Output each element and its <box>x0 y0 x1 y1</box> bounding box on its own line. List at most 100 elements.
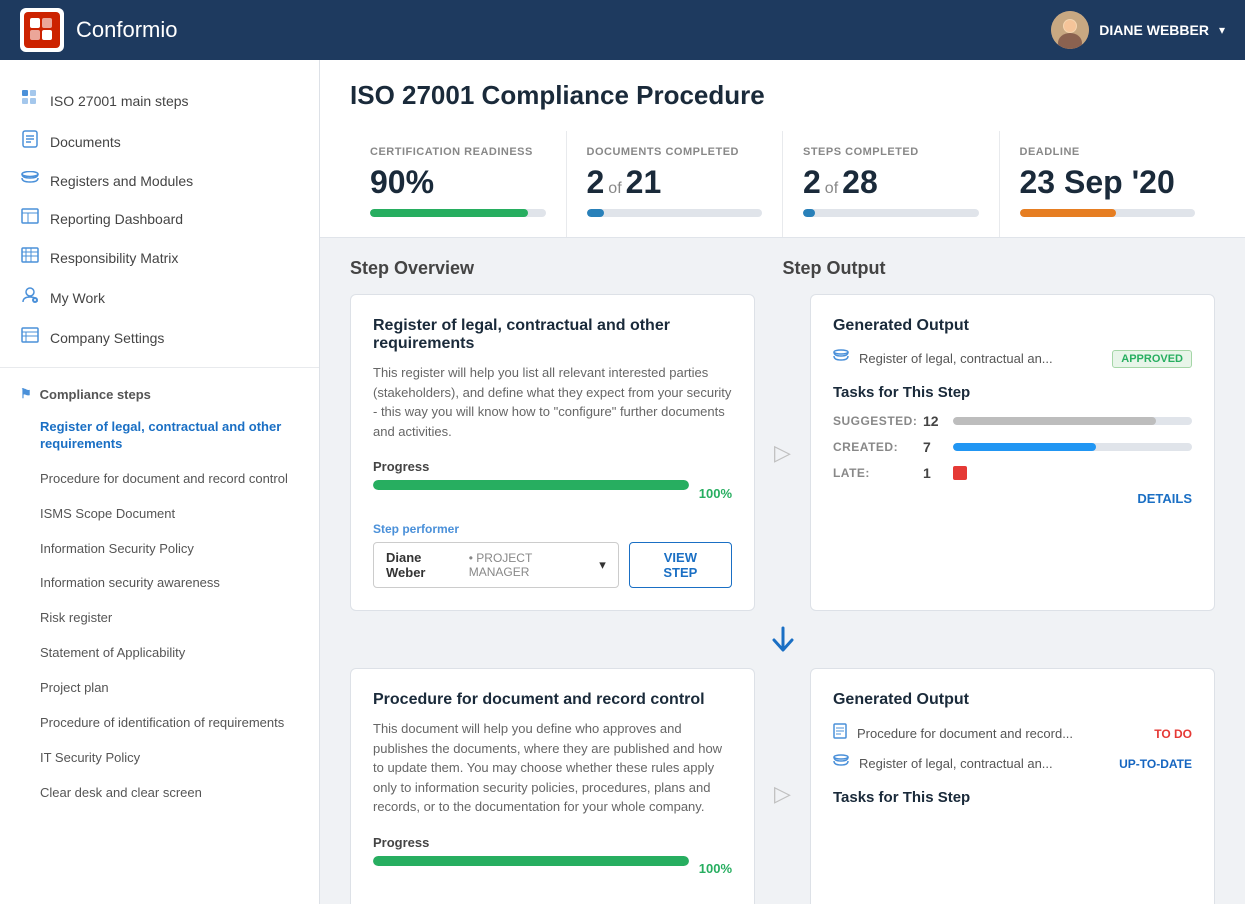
stat-docs-a: 2 <box>587 164 605 201</box>
down-arrow <box>350 626 1215 663</box>
stat-label-certification: CERTIFICATION READINESS <box>370 146 546 158</box>
step-item-identification[interactable]: Procedure of identification of requireme… <box>0 706 319 741</box>
stat-docs-of: of <box>608 180 621 198</box>
page-header: ISO 27001 Compliance Procedure CERTIFICA… <box>320 60 1245 238</box>
stat-label-docs: DOCUMENTS COMPLETED <box>587 146 763 158</box>
step-item-legal[interactable]: Register of legal, contractual and other… <box>0 410 319 462</box>
stat-progress-certification <box>370 209 546 217</box>
step2-progress-label: Progress <box>373 835 732 850</box>
step1-task-late-label: LATE: <box>833 466 913 480</box>
stat-progress-deadline <box>1020 209 1196 217</box>
header-right[interactable]: DIANE WEBBER ▾ <box>1051 11 1225 49</box>
stat-value-steps: 2 of 28 <box>803 164 979 201</box>
step1-task-created-count: 7 <box>923 439 943 455</box>
stat-progress-fill-docs <box>587 209 605 217</box>
step1-desc: This register will help you list all rel… <box>373 363 732 441</box>
step1-task-created-fill <box>953 443 1096 451</box>
step1-task-late-bar-container <box>953 466 967 480</box>
app-header: Conformio DIANE WEBBER ▾ <box>0 0 1245 60</box>
stat-steps-a: 2 <box>803 164 821 201</box>
user-name: DIANE WEBBER <box>1099 22 1209 38</box>
step-item-clean-desk[interactable]: Clear desk and clear screen <box>0 776 319 811</box>
sidebar-item-company[interactable]: Company Settings <box>0 318 319 357</box>
step1-title: Register of legal, contractual and other… <box>373 317 732 353</box>
step1-view-step-button[interactable]: VIEW STEP <box>629 542 732 588</box>
step2-progress-fill <box>373 856 689 866</box>
sidebar-item-responsibility[interactable]: Responsibility Matrix <box>0 238 319 277</box>
step1-output-card: Generated Output Register of legal, cont… <box>810 294 1215 611</box>
step2-output-item1-name: Procedure for document and record... <box>857 726 1144 741</box>
stat-deadline-val: 23 Sep '20 <box>1020 164 1175 201</box>
step-item-it-security[interactable]: IT Security Policy <box>0 741 319 776</box>
sidebar-item-documents[interactable]: Documents <box>0 121 319 162</box>
sidebar-item-label-reporting: Reporting Dashboard <box>50 211 183 227</box>
step1-task-suggested-bar <box>953 417 1192 425</box>
step-item-project-plan[interactable]: Project plan <box>0 671 319 706</box>
step2-row: Procedure for document and record contro… <box>350 668 1215 904</box>
step2-output-item-2: Register of legal, contractual an... UP-… <box>833 754 1192 773</box>
stat-label-steps: STEPS COMPLETED <box>803 146 979 158</box>
stat-progress-docs <box>587 209 763 217</box>
step1-task-created-bar <box>953 443 1192 451</box>
step-item-document-control[interactable]: Procedure for document and record contro… <box>0 462 319 497</box>
step2-card: Procedure for document and record contro… <box>350 668 755 904</box>
step1-progress-label: Progress <box>373 459 732 474</box>
stat-value-certification: 90% <box>370 164 546 201</box>
stat-steps-b: 28 <box>842 164 878 201</box>
step2-output-item2-status: UP-TO-DATE <box>1119 757 1192 771</box>
step1-output-title: Generated Output <box>833 317 1192 335</box>
step1-output-item-status: APPROVED <box>1112 350 1192 368</box>
sidebar-item-label-registers: Registers and Modules <box>50 173 193 189</box>
stat-docs-b: 21 <box>626 164 662 201</box>
step1-task-late-count: 1 <box>923 465 943 481</box>
step1-progress-pct: 100% <box>699 486 732 501</box>
step-item-risk-register[interactable]: Risk register <box>0 601 319 636</box>
responsibility-icon <box>20 247 40 268</box>
sidebar: ISO 27001 main steps Documents Registers… <box>0 60 320 904</box>
step1-task-suggested: SUGGESTED: 12 <box>833 413 1192 429</box>
step-item-security-policy[interactable]: Information Security Policy <box>0 532 319 567</box>
stat-progress-fill-deadline <box>1020 209 1117 217</box>
step2-output-item1-status: TO DO <box>1154 727 1192 741</box>
logo-box <box>20 8 64 52</box>
stat-documents-completed: DOCUMENTS COMPLETED 2 of 21 <box>567 131 784 237</box>
step2-output-item2-name: Register of legal, contractual an... <box>859 756 1109 771</box>
sidebar-main-nav: ISO 27001 main steps Documents Registers… <box>0 80 319 357</box>
step2-output-db-icon <box>833 754 849 773</box>
step-item-security-awareness[interactable]: Information security awareness <box>0 566 319 601</box>
step-item-applicability[interactable]: Statement of Applicability <box>0 636 319 671</box>
step1-progress-bar <box>373 480 689 490</box>
step1-task-late-bar <box>953 466 967 480</box>
my-work-icon <box>20 286 40 309</box>
avatar <box>1051 11 1089 49</box>
sidebar-item-reporting[interactable]: Reporting Dashboard <box>0 199 319 238</box>
stat-steps-of: of <box>825 180 838 198</box>
iso-steps-icon <box>20 89 40 112</box>
step2-desc: This document will help you define who a… <box>373 719 732 817</box>
stat-value-docs: 2 of 21 <box>587 164 763 201</box>
step-overview-title: Step Overview <box>350 258 474 278</box>
section-left: Step Overview <box>350 258 783 279</box>
sidebar-item-label-company: Company Settings <box>50 330 164 346</box>
step1-task-late: LATE: 1 <box>833 465 1192 481</box>
app-title: Conformio <box>76 17 177 43</box>
stats-row: CERTIFICATION READINESS 90% DOCUMENTS CO… <box>350 131 1215 237</box>
stat-progress-fill-steps <box>803 209 815 217</box>
sidebar-item-label-documents: Documents <box>50 134 121 150</box>
step-item-isms-scope[interactable]: ISMS Scope Document <box>0 497 319 532</box>
step1-task-created-label: CREATED: <box>833 440 913 454</box>
sidebar-item-label-responsibility: Responsibility Matrix <box>50 250 178 266</box>
step1-performer-dropdown[interactable]: Diane Weber • PROJECT MANAGER ▾ <box>373 542 619 588</box>
step2-tasks-title: Tasks for This Step <box>833 789 1192 806</box>
compliance-section-label: Compliance steps <box>40 387 151 402</box>
step1-performer-dropdown-arrow: ▾ <box>599 557 606 573</box>
sidebar-item-registers[interactable]: Registers and Modules <box>0 162 319 199</box>
step1-tasks-title: Tasks for This Step <box>833 384 1192 401</box>
user-dropdown-icon[interactable]: ▾ <box>1219 23 1225 37</box>
step1-details-link[interactable]: DETAILS <box>833 491 1192 506</box>
sidebar-item-my-work[interactable]: My Work <box>0 277 319 318</box>
step-output-title: Step Output <box>783 258 886 278</box>
header-left: Conformio <box>20 8 177 52</box>
sidebar-item-iso-steps[interactable]: ISO 27001 main steps <box>0 80 319 121</box>
step1-performer-label: Step performer <box>373 522 732 536</box>
